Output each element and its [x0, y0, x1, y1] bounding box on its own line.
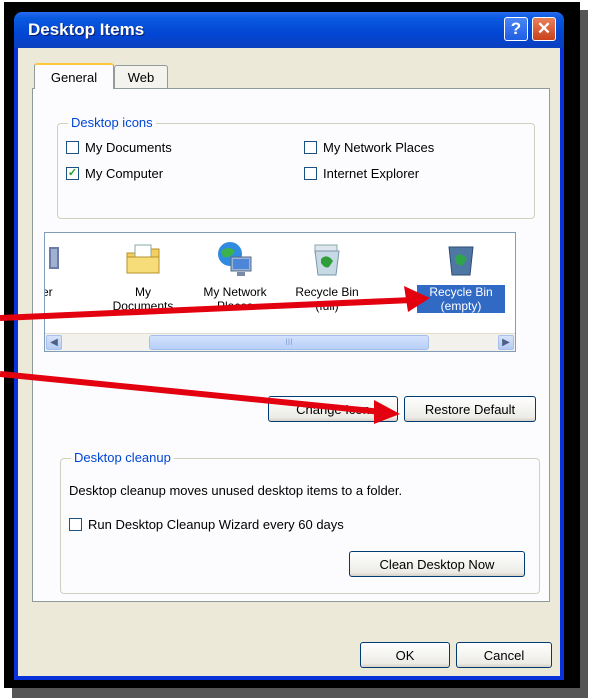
desktop-cleanup-group-title: Desktop cleanup	[71, 450, 174, 465]
icon-label-my-network-places: My Network Places	[203, 285, 267, 313]
cancel-button[interactable]: Cancel	[456, 642, 552, 668]
network-places-icon	[215, 239, 255, 279]
internet-explorer-checkbox-row[interactable]: Internet Explorer	[304, 166, 419, 181]
close-button[interactable]: ✕	[532, 17, 556, 41]
scroll-thumb[interactable]: III	[149, 335, 429, 350]
recycle-bin-empty-icon	[441, 239, 481, 279]
icon-label-recycle-bin-empty: Recycle Bin (empty)	[417, 285, 505, 313]
icon-item-my-network-places[interactable]: My Network Places	[195, 239, 275, 313]
horizontal-scrollbar[interactable]: ◀ III ▶	[45, 333, 515, 351]
tab-web[interactable]: Web	[114, 65, 168, 89]
cleanup-wizard-checkbox-row[interactable]: Run Desktop Cleanup Wizard every 60 days	[69, 517, 344, 532]
my-documents-checkbox[interactable]	[66, 141, 79, 154]
help-button[interactable]: ?	[504, 17, 528, 41]
icon-item-recycle-bin-full[interactable]: Recycle Bin (full)	[287, 239, 367, 313]
desktop-icons-group-title: Desktop icons	[68, 115, 156, 130]
recycle-bin-full-icon	[307, 239, 347, 279]
documents-folder-icon	[123, 239, 163, 279]
scroll-right-arrow-icon[interactable]: ▶	[498, 335, 514, 350]
icon-label-my-documents: My Documents	[112, 285, 174, 313]
internet-explorer-checkbox[interactable]	[304, 167, 317, 180]
icon-item-recycle-bin-empty[interactable]: Recycle Bin (empty)	[417, 239, 505, 313]
title-bar: Desktop Items ? ✕	[14, 12, 564, 48]
desktop-cleanup-description: Desktop cleanup moves unused desktop ite…	[69, 483, 403, 498]
change-icon-button[interactable]: Change Icon	[268, 396, 398, 422]
window-title: Desktop Items	[28, 20, 145, 39]
my-network-places-checkbox[interactable]	[304, 141, 317, 154]
my-documents-label: My Documents	[85, 140, 172, 155]
my-network-places-label: My Network Places	[323, 140, 435, 155]
internet-explorer-label: Internet Explorer	[323, 166, 420, 181]
desktop-icon-list[interactable]: outer My Documents My Network Places Rec…	[44, 232, 516, 352]
my-documents-checkbox-row[interactable]: My Documents	[66, 140, 172, 155]
icon-item-my-documents[interactable]: My Documents	[103, 239, 183, 313]
ok-button[interactable]: OK	[360, 642, 450, 668]
computer-icon	[45, 239, 59, 279]
desktop-icons-group: Desktop icons My Documents My Network Pl…	[57, 115, 535, 219]
my-network-places-checkbox-row[interactable]: My Network Places	[304, 140, 434, 155]
tab-general[interactable]: General	[34, 63, 114, 89]
restore-default-button[interactable]: Restore Default	[404, 396, 536, 422]
scroll-left-arrow-icon[interactable]: ◀	[46, 335, 62, 350]
icon-label-computer: outer	[45, 285, 53, 299]
clean-desktop-now-button[interactable]: Clean Desktop Now	[349, 551, 525, 577]
icon-item-computer[interactable]: outer	[45, 239, 79, 299]
my-computer-label: My Computer	[85, 166, 164, 181]
cleanup-wizard-checkbox[interactable]	[69, 518, 82, 531]
cleanup-wizard-label: Run Desktop Cleanup Wizard every 60 days	[88, 517, 344, 532]
icon-label-recycle-bin-full: Recycle Bin (full)	[295, 285, 359, 313]
my-computer-checkbox-row[interactable]: ✓ My Computer	[66, 166, 163, 181]
desktop-cleanup-group: Desktop cleanup Desktop cleanup moves un…	[60, 450, 540, 594]
my-computer-checkbox[interactable]: ✓	[66, 167, 79, 180]
